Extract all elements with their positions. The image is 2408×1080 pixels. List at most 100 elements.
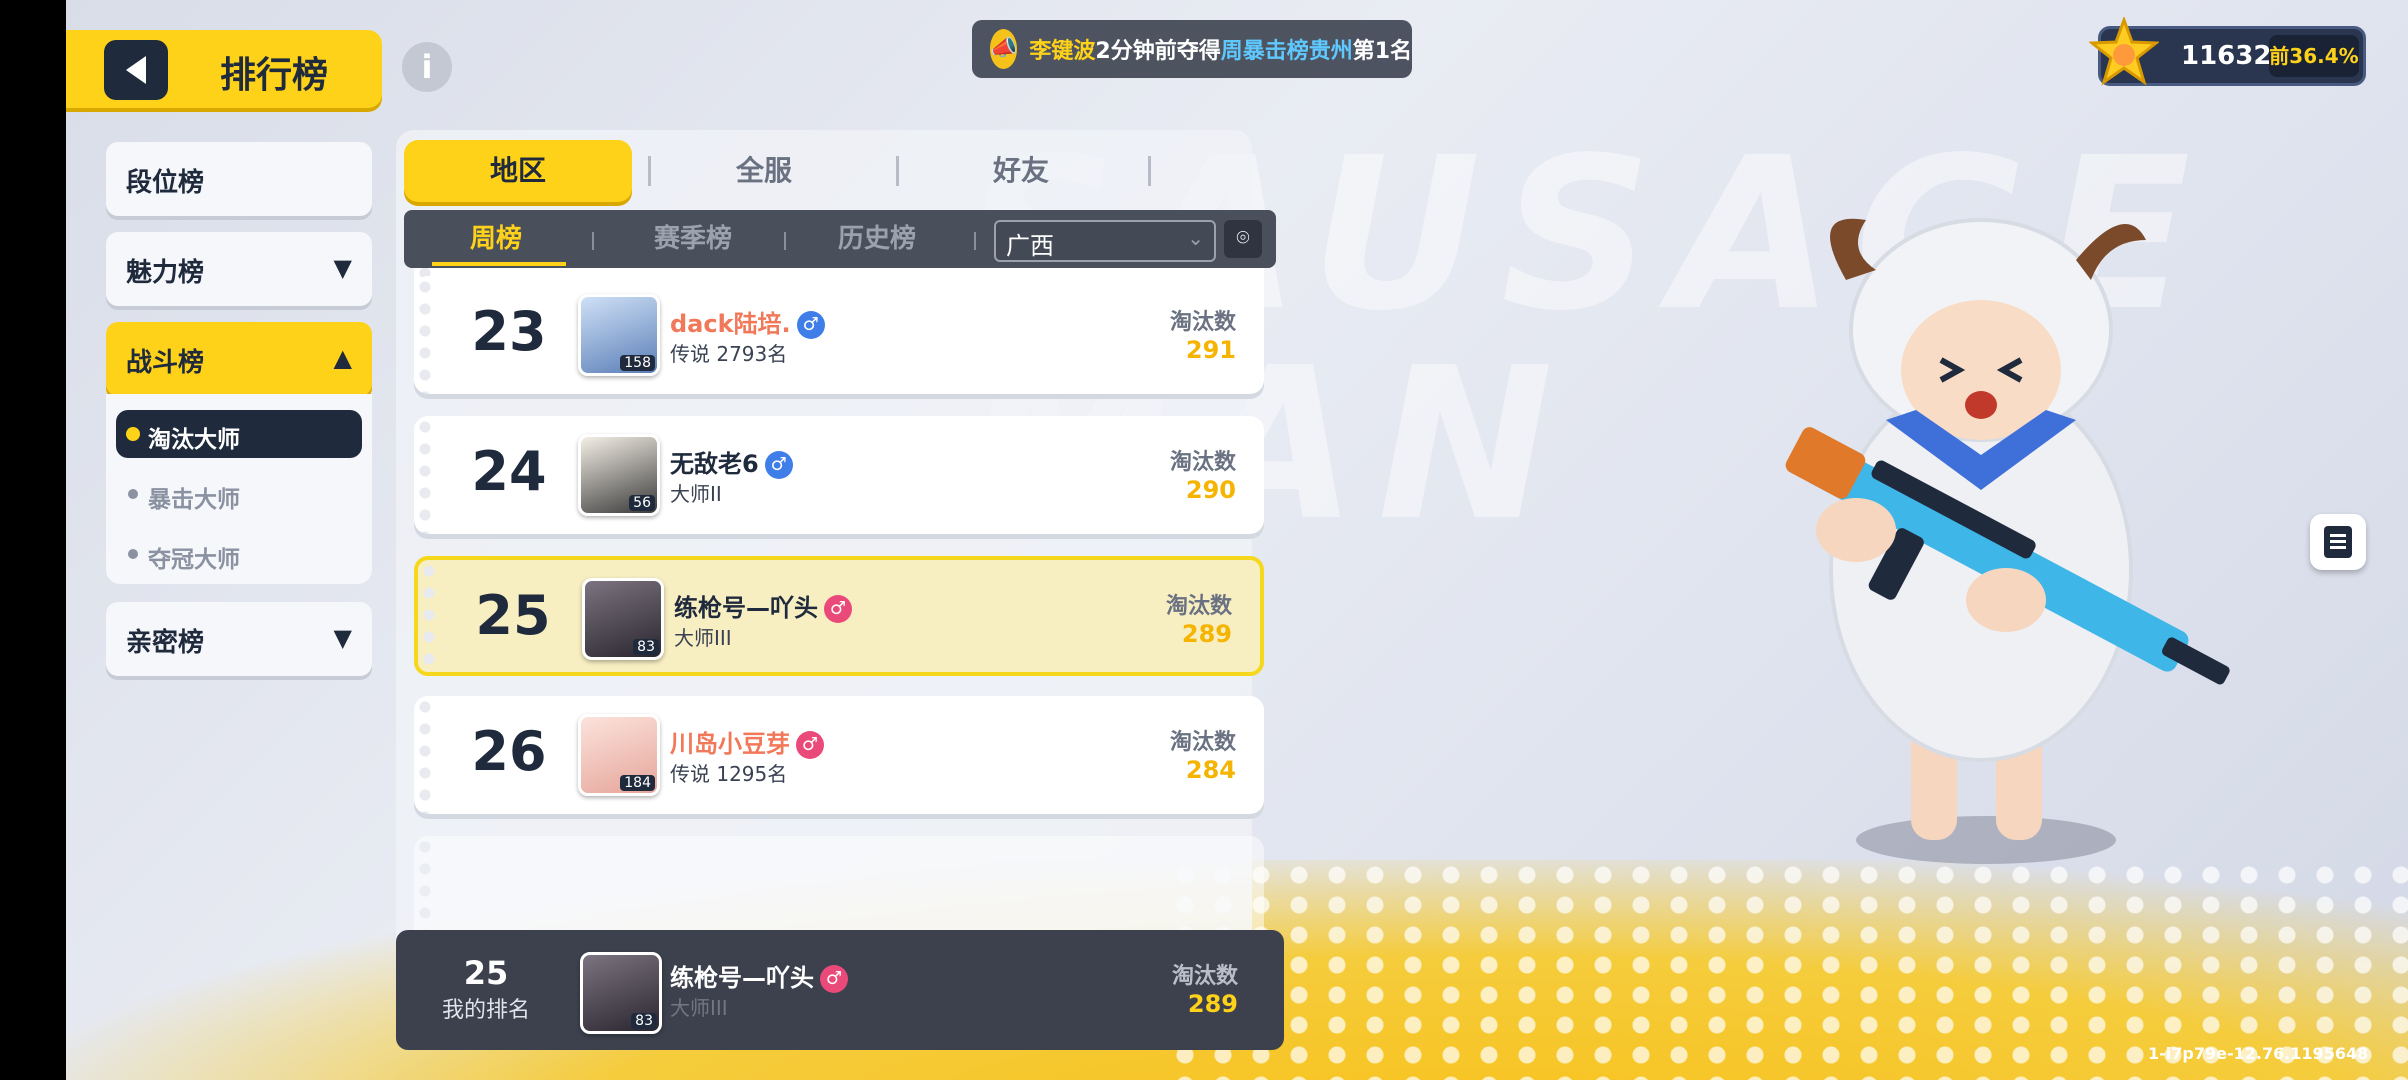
list-item[interactable]: 23 158 dack陆培. ♂ 传说 2793名 淘汰数 291 bbox=[414, 276, 1264, 394]
location-pin-icon[interactable]: ⌾ bbox=[1224, 220, 1262, 258]
player-name: 练枪号—吖头 ♂ bbox=[674, 588, 852, 623]
megaphone-icon: 📣 bbox=[990, 29, 1018, 69]
player-name-text: 川岛小豆芽 bbox=[670, 730, 790, 758]
player-name-text: 无敌老6 bbox=[670, 450, 759, 478]
chevron-down-icon: ▼ bbox=[333, 254, 352, 282]
male-icon: ♂ bbox=[796, 311, 825, 339]
my-rank-label: 我的排名 bbox=[441, 998, 530, 1023]
game-screen: SAUSAGE MAN 排行榜 i 📣 李键波 2分钟前夺得 周暴击榜贵州 第1… bbox=[66, 0, 2408, 1080]
player-name-text: dack陆培. bbox=[670, 310, 791, 338]
rank-number: 23 bbox=[471, 300, 547, 363]
subtab-week[interactable]: 周榜 bbox=[470, 210, 522, 268]
stat-label: 淘汰数 bbox=[1169, 310, 1236, 335]
stat-label: 淘汰数 bbox=[1169, 730, 1236, 755]
female-icon: ♂ bbox=[820, 965, 848, 993]
submenu-item-baoji[interactable]: 暴击大师 bbox=[116, 470, 362, 518]
leaderboard-panel: 地区 全服 好友 周榜 赛季榜 历史榜 广西 ⌄ ⌾ 23 158 dack陆培… bbox=[396, 130, 1276, 1050]
list-item[interactable]: 26 184 川岛小豆芽 ♂ 传说 1295名 淘汰数 284 bbox=[414, 696, 1264, 814]
avatar[interactable]: 83 bbox=[582, 578, 664, 660]
player-name: 无敌老6 ♂ bbox=[670, 444, 793, 479]
tab-region[interactable]: 地区 bbox=[404, 140, 632, 202]
avatar[interactable]: 158 bbox=[578, 294, 660, 376]
chevron-up-icon: ▲ bbox=[333, 344, 352, 372]
document-icon-glyph bbox=[2324, 526, 2352, 558]
active-underline bbox=[432, 262, 566, 266]
menu-label: 亲密榜 bbox=[126, 628, 205, 658]
rank-number: 24 bbox=[471, 440, 547, 503]
back-arrow-icon bbox=[126, 56, 146, 84]
chevron-down-icon: ▼ bbox=[333, 624, 352, 652]
subtab-season[interactable]: 赛季榜 bbox=[654, 210, 732, 268]
chevron-down-icon: ⌄ bbox=[1187, 226, 1204, 250]
announce-board: 周暴击榜贵州 bbox=[1220, 39, 1353, 64]
player-tier: 传说 2793名 bbox=[670, 342, 788, 366]
level-badge: 158 bbox=[620, 355, 655, 371]
level-badge: 184 bbox=[620, 775, 655, 791]
subtab-divider bbox=[592, 232, 594, 250]
stat-value: 291 bbox=[1185, 336, 1236, 364]
version-text: 1-i7p79e-12.76.1195648 bbox=[2148, 1044, 2369, 1063]
period-bar: 周榜 赛季榜 历史榜 广西 ⌄ ⌾ bbox=[404, 210, 1276, 268]
level-badge: 56 bbox=[629, 495, 655, 511]
avatar[interactable]: 184 bbox=[578, 714, 660, 796]
submenu-label: 淘汰大师 bbox=[148, 427, 240, 453]
avatar[interactable]: 56 bbox=[578, 434, 660, 516]
menu-zhandou[interactable]: 战斗榜 ▲ bbox=[106, 322, 372, 396]
back-button[interactable] bbox=[104, 40, 168, 100]
title-bar: 排行榜 bbox=[66, 30, 382, 108]
player-name: dack陆培. ♂ bbox=[670, 304, 825, 339]
submenu-label: 夺冠大师 bbox=[148, 547, 240, 573]
player-tier: 大师III bbox=[674, 626, 732, 650]
info-icon[interactable]: i bbox=[402, 42, 452, 92]
announcement-banner: 📣 李键波 2分钟前夺得 周暴击榜贵州 第1名 bbox=[972, 20, 1412, 78]
female-icon: ♂ bbox=[824, 595, 852, 623]
menu-meili[interactable]: 魅力榜 ▼ bbox=[106, 232, 372, 306]
level-badge: 83 bbox=[631, 1013, 657, 1029]
announce-player: 李键波 bbox=[1029, 39, 1096, 64]
submenu-item-duoguan[interactable]: 夺冠大师 bbox=[116, 530, 362, 578]
subtab-history[interactable]: 历史榜 bbox=[838, 210, 916, 268]
list-item[interactable]: 24 56 无敌老6 ♂ 大师II 淘汰数 290 bbox=[414, 416, 1264, 534]
rank-number: 26 bbox=[471, 720, 547, 783]
player-tier: 大师II bbox=[670, 482, 722, 506]
menu-qinmi[interactable]: 亲密榜 ▼ bbox=[106, 602, 372, 676]
star-icon bbox=[2089, 17, 2159, 86]
combat-submenu: 淘汰大师 暴击大师 夺冠大师 bbox=[106, 394, 372, 584]
stat-value: 289 bbox=[1187, 990, 1238, 1018]
region-dropdown[interactable]: 广西 ⌄ bbox=[994, 220, 1216, 262]
subtab-divider bbox=[784, 232, 786, 250]
player-name-text: 练枪号—吖头 bbox=[674, 594, 818, 622]
list-item-self[interactable]: 25 83 练枪号—吖头 ♂ 大师III 淘汰数 289 bbox=[414, 556, 1264, 676]
document-icon[interactable] bbox=[2310, 514, 2366, 570]
my-rank-number: 25 bbox=[463, 954, 509, 992]
stat-value: 289 bbox=[1181, 620, 1232, 648]
stat-label: 淘汰数 bbox=[1165, 594, 1232, 619]
page-title: 排行榜 bbox=[220, 55, 329, 96]
submenu-label: 暴击大师 bbox=[148, 487, 240, 513]
player-tier: 传说 1295名 bbox=[670, 762, 788, 786]
submenu-item-taotai[interactable]: 淘汰大师 bbox=[116, 410, 362, 458]
my-rank-bar[interactable]: 25 我的排名 83 练枪号—吖头 ♂ 大师III 淘汰数 289 bbox=[396, 930, 1284, 1050]
female-icon: ♂ bbox=[796, 731, 824, 759]
announce-place: 第1名 bbox=[1352, 39, 1413, 64]
tab-friends[interactable]: 好友 bbox=[896, 140, 1146, 202]
score-box[interactable]: 11632 前36.4% bbox=[2089, 17, 2366, 86]
avatar[interactable]: 83 bbox=[580, 952, 662, 1034]
tab-server[interactable]: 全服 bbox=[648, 140, 880, 202]
character-model[interactable] bbox=[1746, 200, 2266, 880]
menu-label: 战斗榜 bbox=[126, 348, 205, 378]
player-tier: 大师III bbox=[670, 996, 728, 1020]
menu-duanwei[interactable]: 段位榜 bbox=[106, 142, 372, 216]
male-icon: ♂ bbox=[764, 451, 793, 479]
player-name-text: 练枪号—吖头 bbox=[670, 964, 814, 992]
rank-number: 25 bbox=[475, 584, 551, 647]
player-name: 川岛小豆芽 ♂ bbox=[670, 724, 824, 759]
menu-label: 魅力榜 bbox=[126, 258, 205, 288]
stat-value: 284 bbox=[1185, 756, 1236, 784]
bullet-icon bbox=[128, 549, 138, 559]
tab-divider bbox=[1148, 156, 1151, 186]
stat-value: 290 bbox=[1185, 476, 1236, 504]
level-badge: 83 bbox=[633, 639, 659, 655]
stat-label: 淘汰数 bbox=[1169, 450, 1236, 475]
stat-label: 淘汰数 bbox=[1171, 964, 1238, 989]
